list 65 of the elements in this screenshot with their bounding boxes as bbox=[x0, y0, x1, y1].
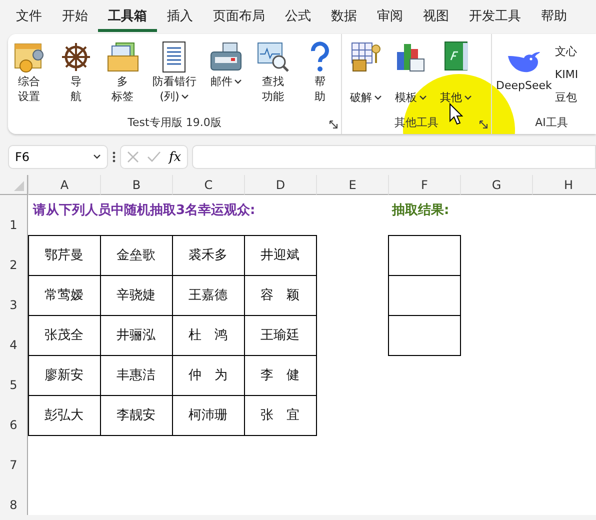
ribbon-button[interactable]: 其他 bbox=[434, 38, 478, 107]
check-icon[interactable] bbox=[147, 151, 161, 163]
row-header[interactable]: 7 bbox=[0, 435, 28, 475]
row-header[interactable]: 4 bbox=[0, 315, 28, 355]
column-header[interactable]: F bbox=[388, 175, 460, 195]
menu-tab[interactable]: 公式 bbox=[275, 0, 321, 32]
caret-icon bbox=[93, 154, 101, 160]
menu-tab[interactable]: 插入 bbox=[157, 0, 203, 32]
menu-tab[interactable]: 数据 bbox=[321, 0, 367, 32]
column-header[interactable]: B bbox=[100, 175, 172, 195]
ribbon-button[interactable]: 破解 bbox=[344, 38, 388, 107]
folder-icon bbox=[106, 40, 140, 74]
ai-menu-item[interactable]: 豆包 bbox=[554, 90, 578, 105]
ribbon-button[interactable]: 导 航 bbox=[56, 38, 95, 106]
mouse-pointer-icon bbox=[449, 103, 463, 125]
insert-function-button[interactable]: fx bbox=[169, 150, 182, 164]
name-cell: 鄂芹曼 bbox=[28, 234, 100, 276]
dialog-launcher-icon[interactable] bbox=[479, 120, 488, 129]
ribbon-button[interactable]: 多 标签 bbox=[104, 38, 142, 106]
row-header[interactable]: 6 bbox=[0, 395, 28, 435]
name-box[interactable]: F6 bbox=[8, 145, 108, 169]
column-header[interactable]: G bbox=[460, 175, 532, 195]
menu-tab[interactable]: 工具箱 bbox=[98, 0, 157, 32]
result-cell[interactable] bbox=[388, 274, 460, 316]
ribbon-button[interactable]: DeepSeek bbox=[494, 38, 554, 95]
ai-menu-item[interactable]: 文心 bbox=[554, 44, 578, 59]
cell-reference: F6 bbox=[15, 150, 30, 164]
menu-tab[interactable]: 开始 bbox=[52, 0, 98, 32]
ribbon-button[interactable]: 防看错行 (列) bbox=[150, 38, 198, 106]
grid-key-lock-icon bbox=[349, 40, 383, 74]
result-cell[interactable] bbox=[388, 314, 460, 356]
group-title: AI工具 bbox=[534, 115, 569, 131]
ribbon-button[interactable]: 综合 设置 bbox=[10, 38, 48, 106]
group-title: Test专用版 19.0版 bbox=[126, 115, 222, 131]
ribbon-button[interactable]: 帮 助 bbox=[300, 38, 339, 106]
row-header[interactable]: 8 bbox=[0, 475, 28, 515]
result-cell[interactable] bbox=[388, 234, 460, 276]
row-header[interactable]: 2 bbox=[0, 235, 28, 275]
name-cell: 张 宜 bbox=[244, 394, 316, 436]
column-header[interactable]: A bbox=[28, 175, 100, 195]
column-header[interactable]: H bbox=[532, 175, 596, 195]
magnifier-chart-icon bbox=[256, 40, 290, 74]
row-header[interactable]: 1 bbox=[0, 195, 28, 235]
ribbon-button[interactable]: 邮件 bbox=[207, 38, 246, 91]
menu-tab[interactable]: 开发工具 bbox=[459, 0, 531, 32]
column-header[interactable]: D bbox=[244, 175, 316, 195]
ai-menu-item[interactable]: KIMI bbox=[554, 68, 578, 81]
menu-tab[interactable]: 页面布局 bbox=[203, 0, 275, 32]
instruction-text: 请从下列人员中随机抽取3名幸运观众: bbox=[33, 202, 256, 219]
menu-tab[interactable]: 视图 bbox=[413, 0, 459, 32]
menu-tab[interactable]: 审阅 bbox=[367, 0, 413, 32]
more-options-icon[interactable] bbox=[112, 151, 116, 163]
name-cell: 彭弘大 bbox=[28, 394, 100, 436]
menu-tab[interactable]: 文件 bbox=[6, 0, 52, 32]
ribbon-button[interactable]: 查找 功能 bbox=[254, 38, 292, 106]
menu-tab[interactable]: 帮助 bbox=[531, 0, 577, 32]
row-header[interactable]: 3 bbox=[0, 275, 28, 315]
row-header[interactable]: 5 bbox=[0, 355, 28, 395]
column-header[interactable]: C bbox=[172, 175, 244, 195]
column-header[interactable]: E bbox=[316, 175, 388, 195]
result-heading: 抽取结果: bbox=[392, 202, 450, 219]
dialog-launcher-icon[interactable] bbox=[329, 120, 338, 129]
triangle-icon bbox=[14, 181, 24, 191]
formula-input[interactable] bbox=[192, 145, 596, 169]
name-cell: 井迎斌 bbox=[244, 234, 316, 276]
